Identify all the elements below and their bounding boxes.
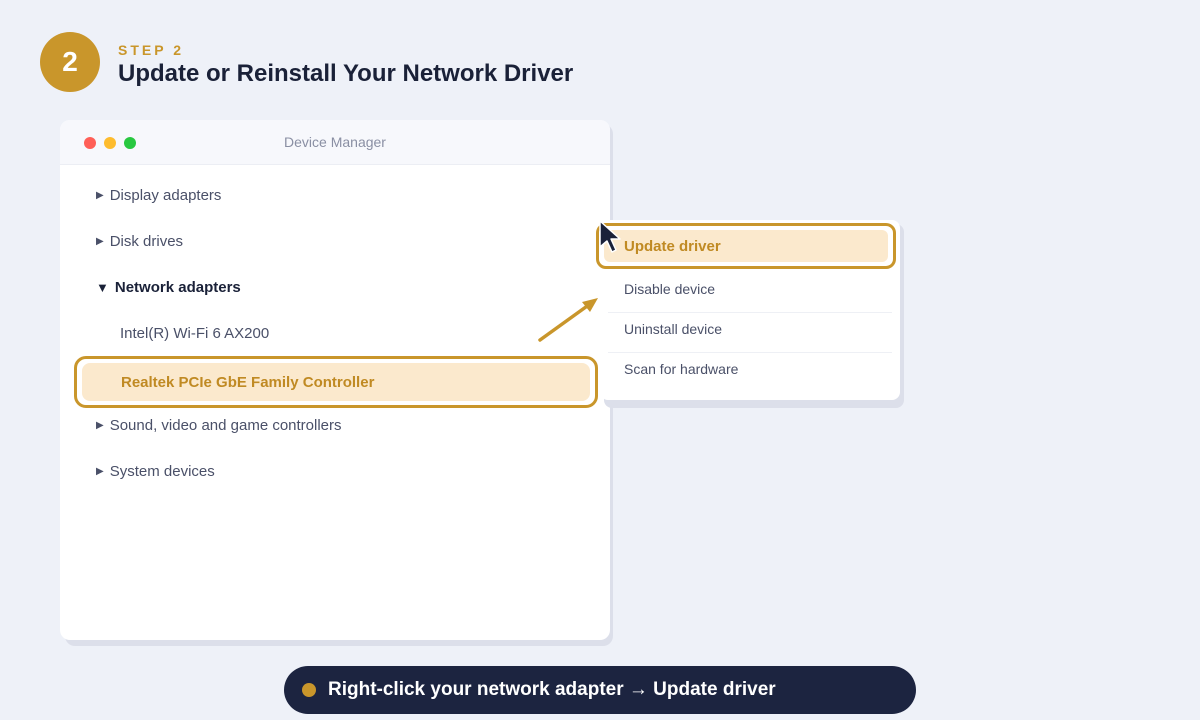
tree-item-realtek-controller[interactable]: Realtek PCIe GbE Family Controller — [74, 356, 598, 408]
tree-item-disk-drives[interactable]: ▶ Disk drives — [96, 233, 183, 250]
tree-item-label: Intel(R) Wi-Fi 6 AX200 — [120, 325, 270, 342]
tree-item-label: Sound, video and game controllers — [109, 417, 342, 434]
step-label: STEP 2 — [118, 42, 184, 58]
tree-item-display-adapters[interactable]: ▶ Display adapters — [96, 187, 221, 204]
menu-divider — [608, 312, 892, 313]
tree-item-label: System devices — [109, 463, 215, 480]
triangle-right-icon: ▶ — [96, 190, 104, 201]
instruction-caption: Right-click your network adapter → Updat… — [284, 666, 916, 714]
triangle-right-icon: ▶ — [96, 466, 104, 477]
menu-divider — [608, 352, 892, 353]
triangle-right-icon: ▶ — [96, 236, 104, 247]
bullet-dot-icon — [302, 683, 316, 697]
tree-item-label: Realtek PCIe GbE Family Controller — [82, 363, 590, 401]
arrow-up-right-icon — [538, 298, 598, 342]
tree-item-system-devices[interactable]: ▶ System devices — [96, 463, 215, 480]
triangle-down-icon: ▼ — [96, 280, 109, 295]
tree-item-network-adapters[interactable]: ▼ Network adapters — [96, 279, 241, 296]
context-menu: Update driver Disable device Uninstall d… — [596, 220, 900, 400]
tree-item-label: Display adapters — [109, 187, 222, 204]
step-title: Update or Reinstall Your Network Driver — [118, 60, 574, 87]
device-manager-window: Device Manager ▶ Display adapters ▶ Disk… — [60, 120, 610, 640]
window-title: Device Manager — [284, 134, 386, 150]
mouse-cursor-icon — [599, 220, 621, 253]
tree-item-label: Disk drives — [109, 233, 184, 250]
step-number-badge: 2 — [40, 32, 100, 92]
menu-item-disable-device[interactable]: Disable device — [624, 281, 715, 297]
caption-text: Right-click your network adapter → Updat… — [328, 679, 776, 700]
menu-item-scan-hardware[interactable]: Scan for hardware — [624, 361, 738, 377]
tree-item-label: Network adapters — [114, 279, 241, 296]
tree-item-sound-video[interactable]: ▶ Sound, video and game controllers — [96, 417, 342, 434]
menu-item-uninstall-device[interactable]: Uninstall device — [624, 321, 722, 337]
triangle-right-icon: ▶ — [96, 420, 104, 431]
menu-item-update-driver[interactable]: Update driver — [596, 223, 896, 269]
menu-item-label: Update driver — [604, 230, 888, 262]
tree-item-intel-wifi[interactable]: Intel(R) Wi-Fi 6 AX200 — [120, 325, 269, 342]
window-titlebar: Device Manager — [60, 120, 610, 165]
